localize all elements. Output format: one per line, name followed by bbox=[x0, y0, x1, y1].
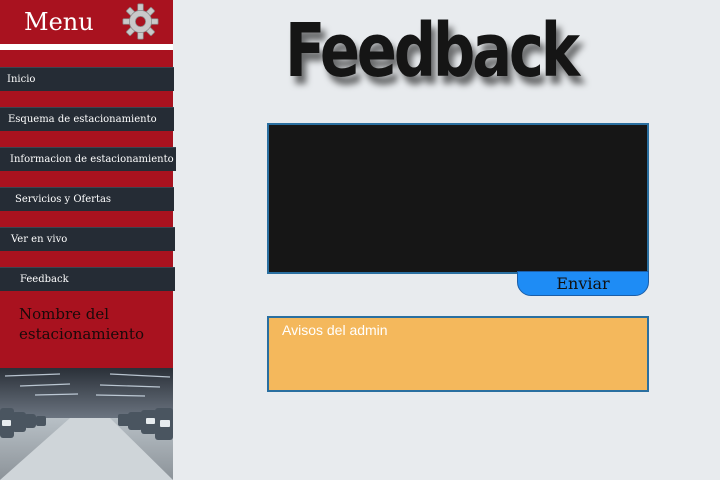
admin-notices-panel: Avisos del admin bbox=[267, 316, 649, 392]
nav-item-label: Ver en vivo bbox=[11, 234, 68, 245]
sidebar: Menu Inicio Esquema de estacionamiento I… bbox=[0, 0, 176, 480]
parking-garage-photo bbox=[0, 368, 173, 480]
nav-item-servicios-ofertas[interactable]: Servicios y Ofertas bbox=[0, 187, 174, 211]
page-title: Feedback bbox=[285, 8, 580, 94]
nav-item-label: Informacion de estacionamiento bbox=[10, 154, 174, 165]
nav-item-label: Feedback bbox=[20, 274, 69, 285]
nav-item-ver-en-vivo[interactable]: Ver en vivo bbox=[0, 227, 175, 251]
menu-title: Menu bbox=[24, 8, 94, 36]
menu-header: Menu bbox=[0, 0, 173, 44]
admin-notices-label: Avisos del admin bbox=[282, 322, 388, 338]
nav-item-label: Inicio bbox=[7, 74, 36, 85]
feedback-input[interactable] bbox=[267, 123, 649, 274]
nav-item-label: Esquema de estacionamiento bbox=[8, 114, 157, 125]
parking-lot-name: Nombre del estacionamiento bbox=[19, 305, 144, 343]
nav-item-label: Servicios y Ofertas bbox=[15, 194, 112, 205]
gear-icon[interactable] bbox=[122, 3, 159, 40]
nav-item-informacion-estacionamiento[interactable]: Informacion de estacionamiento bbox=[0, 147, 176, 171]
nav-item-inicio[interactable]: Inicio bbox=[0, 67, 174, 91]
send-button[interactable]: Enviar bbox=[517, 271, 649, 296]
menu-divider bbox=[0, 44, 173, 50]
nav-item-feedback[interactable]: Feedback bbox=[0, 267, 175, 291]
nav-item-esquema-estacionamiento[interactable]: Esquema de estacionamiento bbox=[0, 107, 174, 131]
